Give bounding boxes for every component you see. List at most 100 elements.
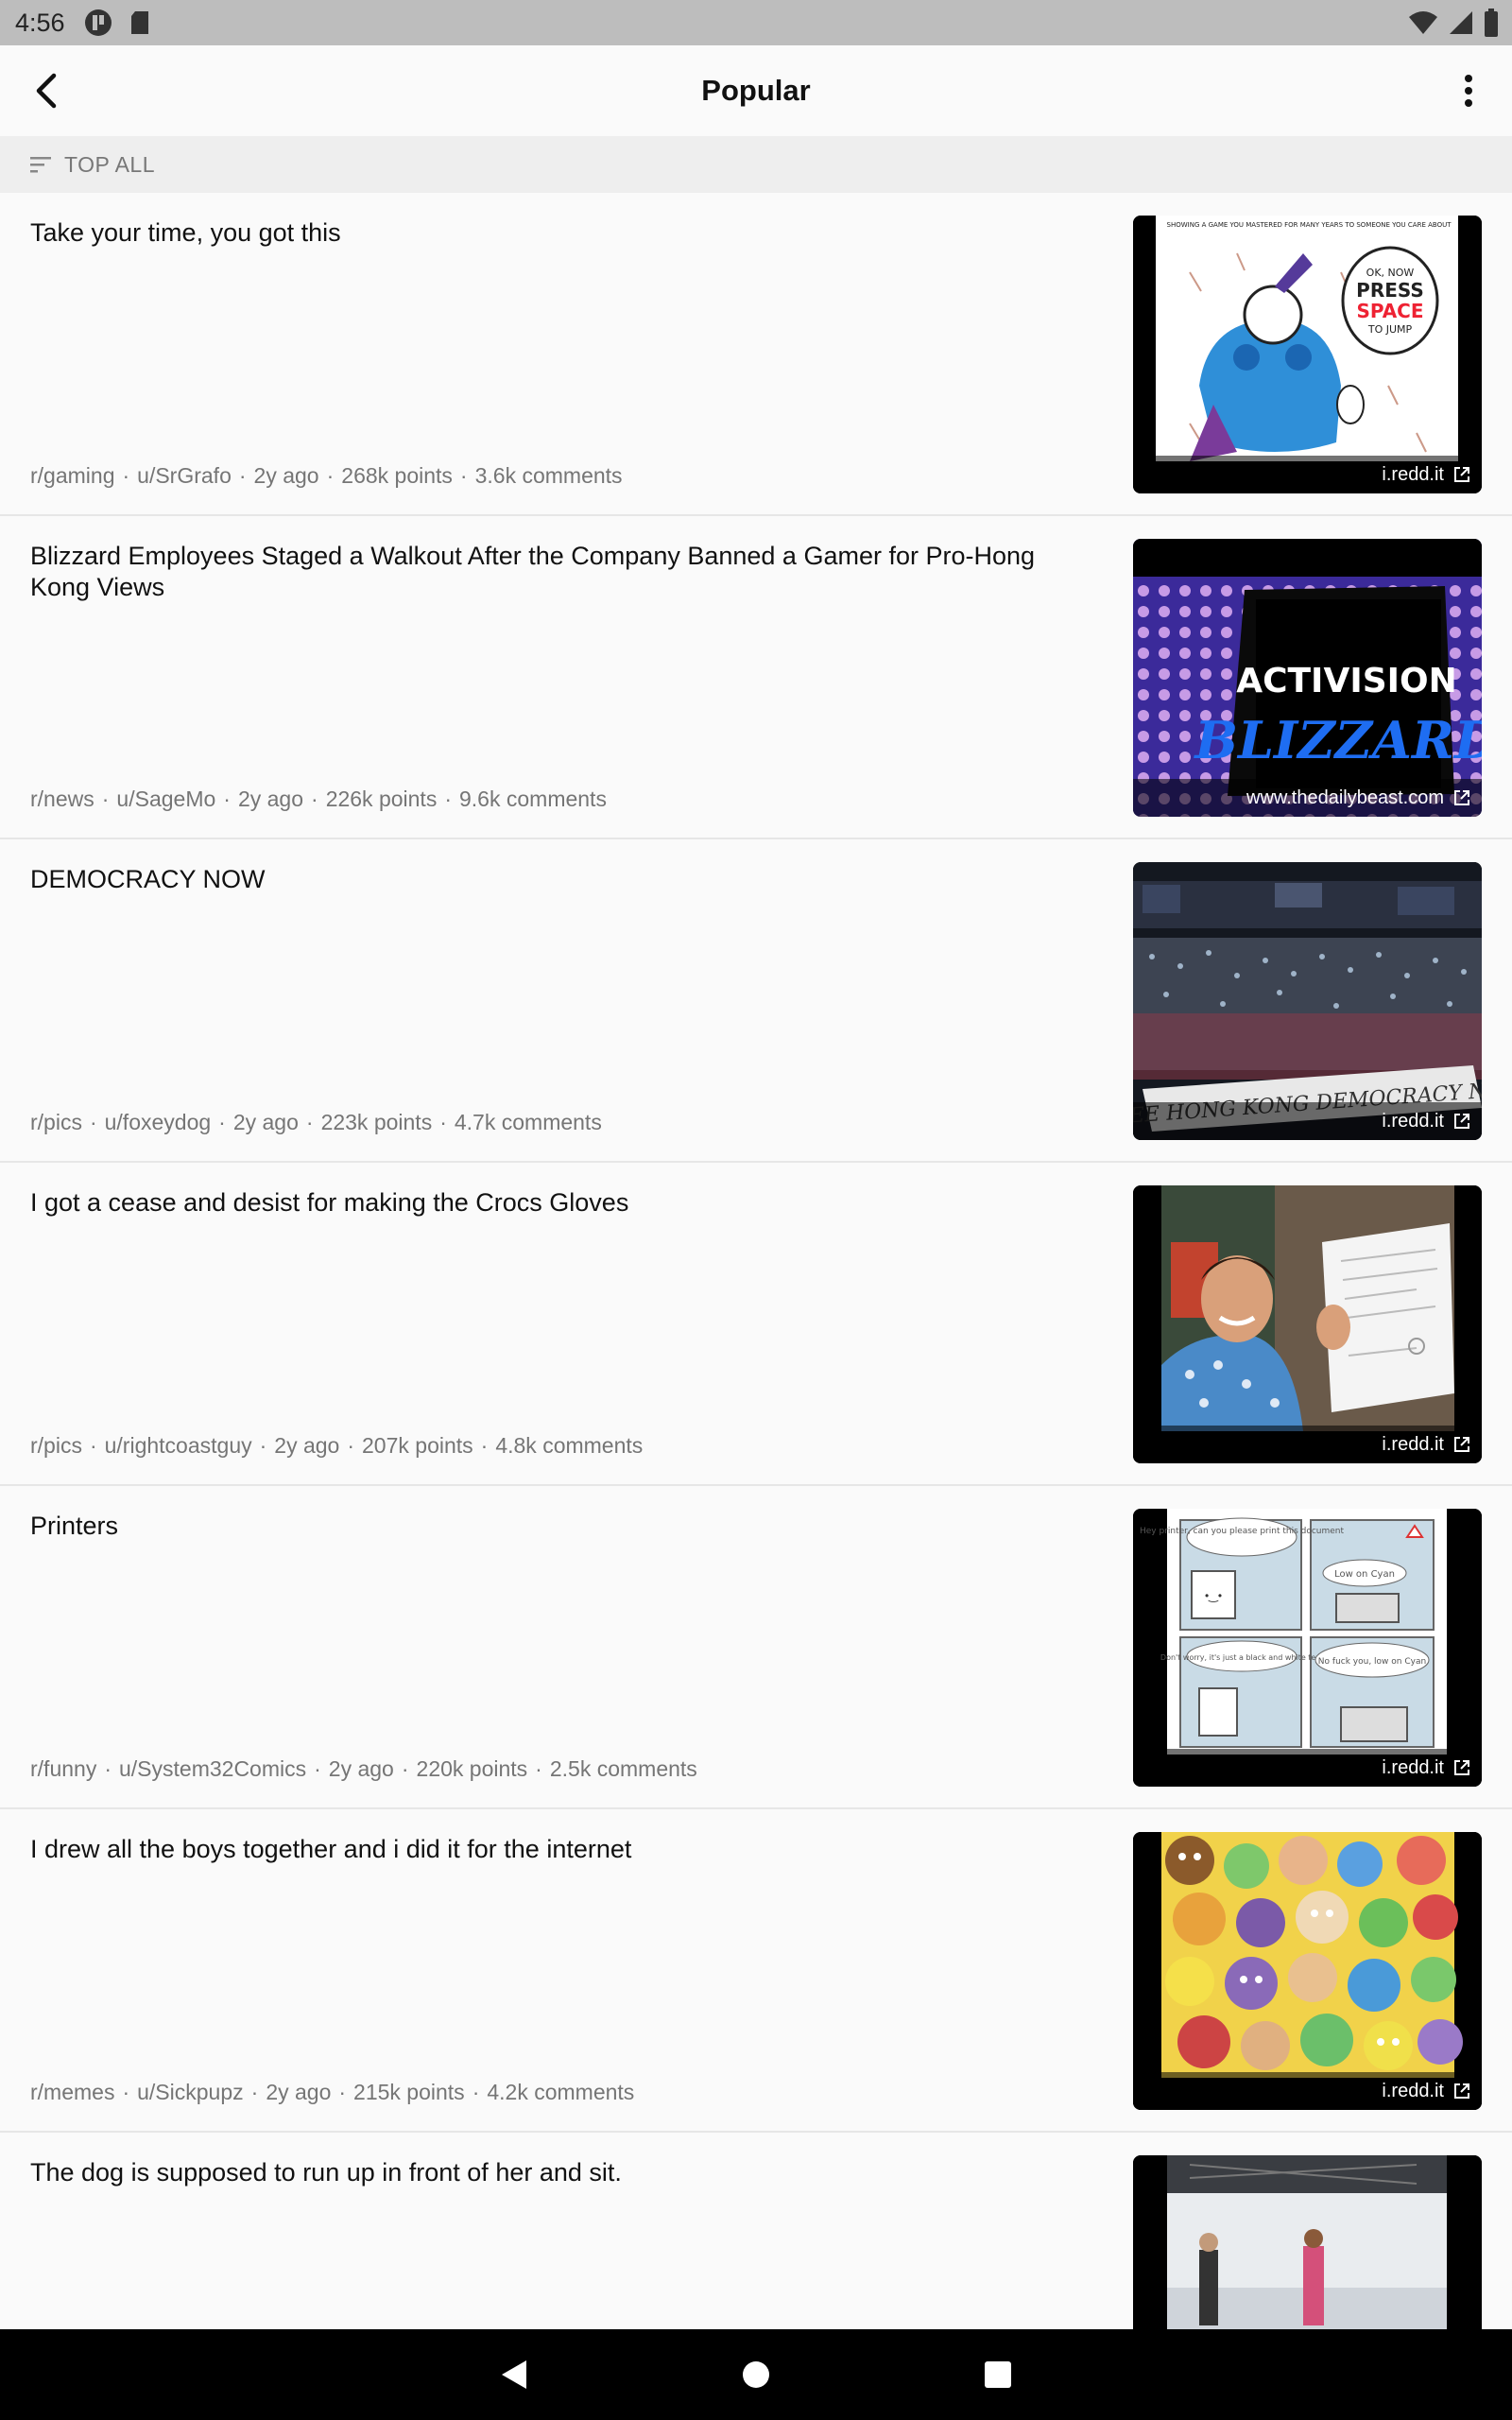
sort-selector[interactable]: TOP ALL [0, 136, 1512, 193]
back-arrow-icon [36, 73, 57, 109]
post-thumbnail[interactable]: FREE HONG KONG DEMOCRACY NOW i.redd.it [1133, 862, 1482, 1140]
back-button[interactable] [23, 66, 72, 115]
post-title[interactable]: The dog is supposed to run up in front o… [30, 2157, 1070, 2188]
printer-panel-4-text: No fuck you, low on Cyan [1318, 1657, 1426, 1667]
svg-text:•‿•: •‿• [1205, 1589, 1222, 1602]
post-item[interactable]: DEMOCRACY NOW r/pics · u/foxeydog · 2y ago · 2… [0, 839, 1512, 1163]
svg-text:OK, NOW: OK, NOW [1366, 267, 1415, 279]
printer-comic-thumbnail-image: Hey printer, can you please print this d… [1133, 1509, 1482, 1787]
post-comments[interactable]: 4.2k comments [487, 2080, 634, 2104]
domain-label: i.redd.it [1382, 1433, 1444, 1455]
post-comments[interactable]: 2.5k comments [550, 1756, 697, 1781]
domain-label: i.redd.it [1382, 463, 1444, 485]
post-age: 2y ago [253, 463, 319, 488]
post-age: 2y ago [232, 1110, 299, 1134]
post-item[interactable]: The dog is supposed to run up in front o… [0, 2133, 1512, 2329]
post-title[interactable]: I drew all the boys together and i did i… [30, 1834, 1070, 1865]
post-comments[interactable]: 4.7k comments [455, 1110, 602, 1134]
domain-label: i.redd.it [1382, 1756, 1444, 1778]
post-comments[interactable]: 4.8k comments [495, 1433, 643, 1458]
app-bar: Popular [0, 45, 1512, 136]
nav-home-button[interactable] [737, 2356, 775, 2394]
dog-training-thumbnail-image [1133, 2155, 1482, 2329]
post-author[interactable]: u/Sickpupz [137, 2080, 244, 2104]
system-navigation-bar [0, 2329, 1512, 2420]
open-external-icon [1454, 790, 1469, 805]
post-author[interactable]: u/System32Comics [119, 1756, 306, 1781]
post-comments[interactable]: 3.6k comments [475, 463, 623, 488]
post-points: 223k points [320, 1110, 433, 1134]
printer-panel-1-text: Hey printer, can you please print this d… [1140, 1527, 1345, 1536]
printer-panel-3-text: Don't worry, it's just a black and white… [1160, 1653, 1323, 1662]
more-options-button[interactable] [1444, 66, 1493, 115]
post-title[interactable]: Printers [30, 1511, 1070, 1542]
post-item[interactable]: Take your time, you got this r/gaming · u/… [0, 193, 1512, 516]
thumbnail-domain: i.redd.it [1133, 1102, 1482, 1140]
post-subreddit[interactable]: r/memes [30, 2080, 114, 2104]
wifi-icon [1408, 9, 1438, 43]
post-meta: r/pics · u/rightcoastguy · 2y ago · 207k point… [30, 1433, 644, 1458]
thumbnail-domain: www.thedailybeast.com [1133, 779, 1482, 817]
signal-icon [1448, 9, 1474, 43]
post-age: 2y ago [274, 1433, 340, 1458]
post-title[interactable]: Blizzard Employees Staged a Walkout Afte… [30, 541, 1070, 603]
svg-text:SPACE: SPACE [1356, 300, 1423, 322]
post-subreddit[interactable]: r/gaming [30, 463, 114, 488]
post-thumbnail[interactable]: ACTIVISION BLIZZARD www.thedailybeast.co… [1133, 539, 1482, 817]
post-meta: r/gaming · u/SrGrafo · 2y ago · 268k points · 3.… [30, 463, 623, 488]
blizzard-logo-text: BLIZZARD [1193, 710, 1482, 770]
post-item[interactable]: I drew all the boys together and i did i… [0, 1809, 1512, 2133]
nav-back-button[interactable] [495, 2356, 533, 2394]
post-comments[interactable]: 9.6k comments [459, 786, 607, 811]
activision-blizzard-thumbnail-image: ACTIVISION BLIZZARD [1133, 539, 1482, 817]
post-subreddit[interactable]: r/news [30, 786, 94, 811]
nav-recents-button[interactable] [979, 2356, 1017, 2394]
post-meta: r/pics · u/foxeydog · 2y ago · 223k points · 4.7… [30, 1110, 602, 1134]
post-subreddit[interactable]: r/pics [30, 1433, 82, 1458]
post-author[interactable]: u/foxeydog [105, 1110, 212, 1134]
post-age: 2y ago [237, 786, 304, 811]
more-vert-icon [1465, 75, 1472, 107]
comic-thumbnail-image: SHOWING A GAME YOU MASTERED FOR MANY YEA… [1133, 216, 1482, 493]
post-author[interactable]: u/SageMo [116, 786, 215, 811]
post-author[interactable]: u/SrGrafo [137, 463, 232, 488]
post-item[interactable]: Blizzard Employees Staged a Walkout Afte… [0, 516, 1512, 839]
thumbnail-domain: i.redd.it [1133, 456, 1482, 493]
status-bar: 4:56 [0, 0, 1512, 45]
post-thumbnail[interactable]: Hey printer, can you please print this d… [1133, 1509, 1482, 1787]
post-title[interactable]: I got a cease and desist for making the … [30, 1187, 1070, 1219]
comic-caption: SHOWING A GAME YOU MASTERED FOR MANY YEA… [1167, 221, 1452, 229]
battery-icon [1484, 9, 1499, 43]
post-item[interactable]: Printers r/funny · u/System32Comics · 2y ago… [0, 1486, 1512, 1809]
post-item[interactable]: I got a cease and desist for making the … [0, 1163, 1512, 1486]
post-author[interactable]: u/rightcoastguy [105, 1433, 252, 1458]
post-points: 215k points [353, 2080, 465, 2104]
svg-text:TO JUMP: TO JUMP [1367, 323, 1413, 336]
status-time: 4:56 [15, 8, 65, 37]
thumbnail-domain: i.redd.it [1133, 1749, 1482, 1787]
status-indicators [1408, 9, 1499, 43]
domain-label: i.redd.it [1382, 1110, 1444, 1132]
crocs-letter-thumbnail-image [1133, 1185, 1482, 1463]
post-thumbnail[interactable]: i.redd.it [1133, 1832, 1482, 2110]
post-thumbnail[interactable]: SHOWING A GAME YOU MASTERED FOR MANY YEA… [1133, 216, 1482, 493]
post-title[interactable]: DEMOCRACY NOW [30, 864, 1070, 895]
post-age: 2y ago [328, 1756, 394, 1781]
sort-label: TOP ALL [64, 151, 155, 177]
page-title: Popular [701, 74, 811, 107]
post-subreddit[interactable]: r/funny [30, 1756, 96, 1781]
post-age: 2y ago [266, 2080, 332, 2104]
nav-home-icon [743, 2361, 769, 2388]
sort-icon [30, 157, 51, 173]
open-external-icon [1454, 1760, 1469, 1775]
open-external-icon [1454, 467, 1469, 482]
post-subreddit[interactable]: r/pics [30, 1110, 82, 1134]
printer-panel-2-text: Low on Cyan [1334, 1569, 1395, 1580]
post-thumbnail[interactable]: i.redd.it [1133, 1185, 1482, 1463]
post-thumbnail[interactable] [1133, 2155, 1482, 2329]
post-title[interactable]: Take your time, you got this [30, 217, 1070, 249]
post-feed[interactable]: Take your time, you got this r/gaming · u/… [0, 193, 1512, 2329]
svg-text:PRESS: PRESS [1356, 279, 1424, 302]
domain-label: i.redd.it [1382, 2080, 1444, 2101]
app-notification-icon [84, 9, 112, 37]
